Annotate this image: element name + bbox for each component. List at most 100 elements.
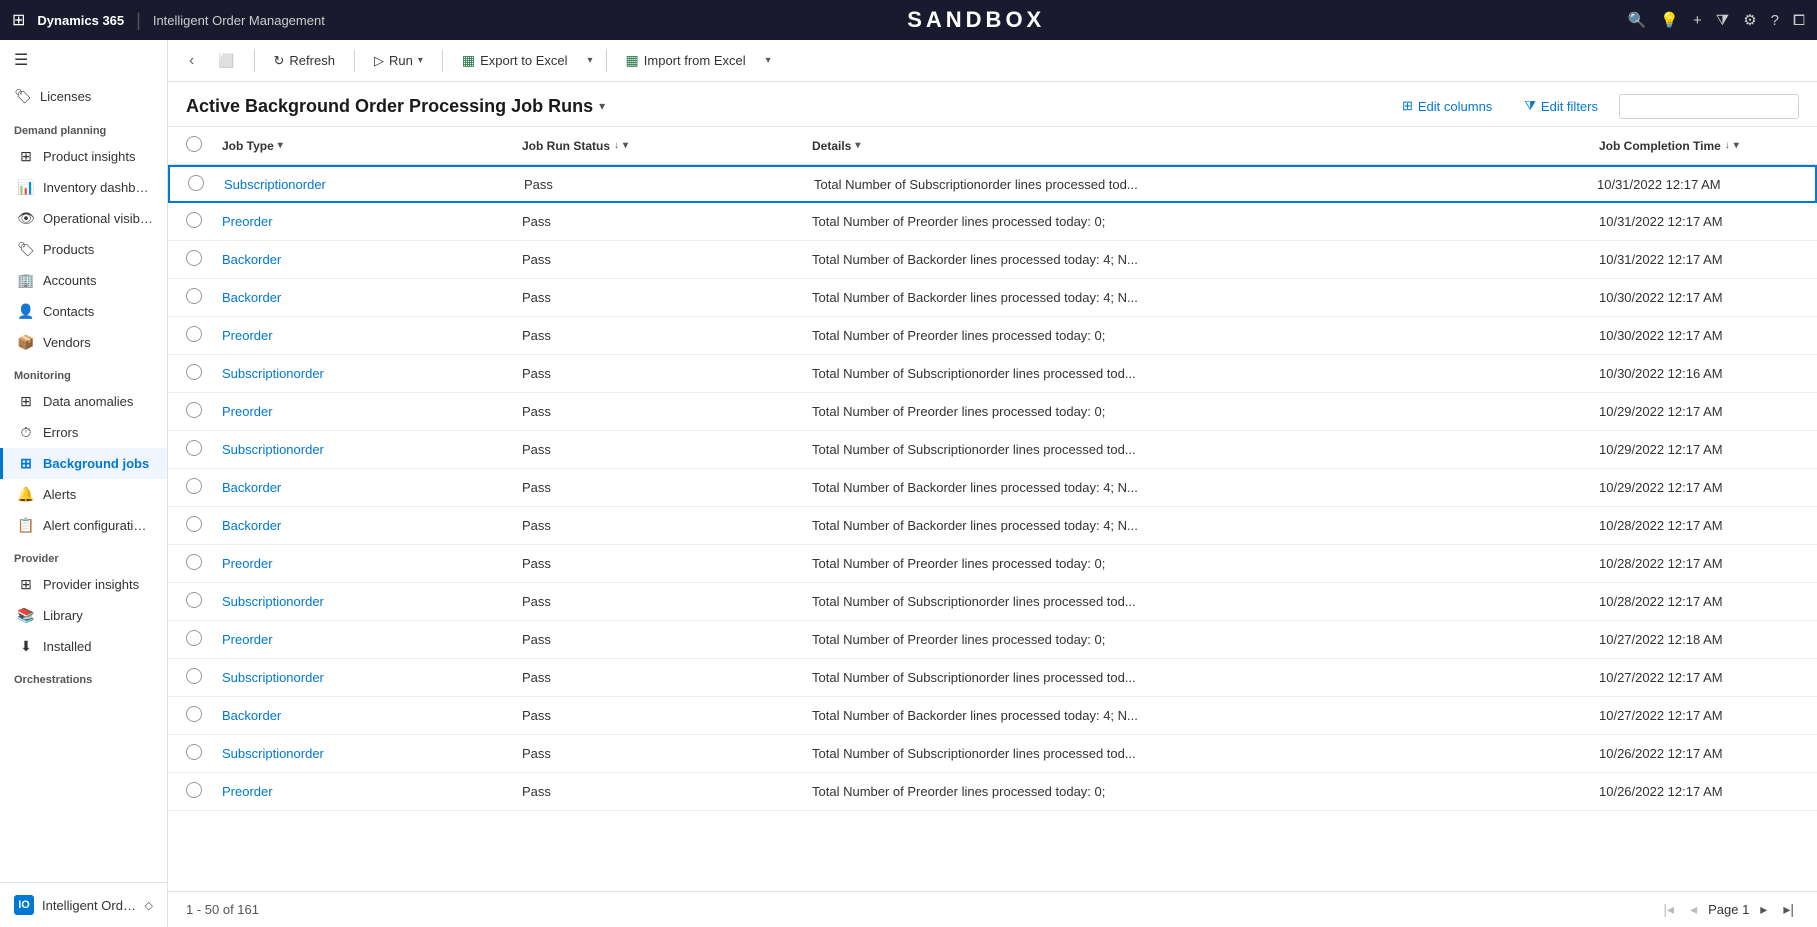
sidebar-item-accounts[interactable]: 🏢 Accounts xyxy=(0,265,167,296)
sidebar-item-installed[interactable]: ⬇ Installed xyxy=(0,631,167,662)
row-checkbox-16[interactable] xyxy=(186,782,222,801)
row-check-11[interactable] xyxy=(186,592,202,608)
select-all-checkbox[interactable] xyxy=(186,136,202,152)
row-checkbox-6[interactable] xyxy=(186,402,222,421)
row-check-4[interactable] xyxy=(186,326,202,342)
row-check-5[interactable] xyxy=(186,364,202,380)
row-check-2[interactable] xyxy=(186,250,202,266)
column-header-details[interactable]: Details ▾ xyxy=(812,139,1599,153)
import-button[interactable]: ▦ Import from Excel xyxy=(615,46,757,75)
table-row[interactable]: Subscriptionorder Pass Total Number of S… xyxy=(168,735,1817,773)
search-icon[interactable]: 🔍 xyxy=(1628,11,1647,29)
table-row[interactable]: Preorder Pass Total Number of Preorder l… xyxy=(168,545,1817,583)
row-checkbox-3[interactable] xyxy=(186,288,222,307)
sidebar-item-data-anomalies[interactable]: ⊞ Data anomalies xyxy=(0,386,167,417)
row-check-7[interactable] xyxy=(186,440,202,456)
table-row[interactable]: Subscriptionorder Pass Total Number of S… xyxy=(168,355,1817,393)
row-checkbox-0[interactable] xyxy=(188,175,224,194)
help-icon[interactable]: ? xyxy=(1771,12,1779,29)
row-checkbox-11[interactable] xyxy=(186,592,222,611)
table-row[interactable]: Subscriptionorder Pass Total Number of S… xyxy=(168,431,1817,469)
row-checkbox-7[interactable] xyxy=(186,440,222,459)
table-row[interactable]: Subscriptionorder Pass Total Number of S… xyxy=(168,165,1817,203)
sidebar-item-errors[interactable]: ⏱ Errors xyxy=(0,417,167,448)
row-checkbox-8[interactable] xyxy=(186,478,222,497)
filter-icon[interactable]: ⧩ xyxy=(1716,12,1729,29)
row-check-0[interactable] xyxy=(188,175,204,191)
edit-columns-button[interactable]: ⊞ Edit columns xyxy=(1391,92,1503,120)
row-check-1[interactable] xyxy=(186,212,202,228)
app-switcher-icon[interactable]: ⧠ xyxy=(1793,12,1805,29)
sidebar-licenses[interactable]: 🏷 Licenses xyxy=(0,80,167,113)
row-checkbox-14[interactable] xyxy=(186,706,222,725)
sidebar-item-inventory-dashboard[interactable]: 📊 Inventory dashbo... xyxy=(0,172,167,203)
row-checkbox-2[interactable] xyxy=(186,250,222,269)
sidebar-item-background-jobs[interactable]: ⊞ Background jobs xyxy=(0,448,167,479)
sidebar-item-alerts[interactable]: 🔔 Alerts xyxy=(0,479,167,510)
run-button[interactable]: ▷ Run ▾ xyxy=(363,47,434,75)
lightbulb-icon[interactable]: 💡 xyxy=(1660,11,1679,29)
next-page-button[interactable]: ▸ xyxy=(1755,899,1772,920)
add-icon[interactable]: + xyxy=(1693,12,1702,29)
page-title-dropdown-icon[interactable]: ▾ xyxy=(599,99,605,113)
row-check-13[interactable] xyxy=(186,668,202,684)
table-row[interactable]: Backorder Pass Total Number of Backorder… xyxy=(168,697,1817,735)
table-row[interactable]: Backorder Pass Total Number of Backorder… xyxy=(168,469,1817,507)
row-check-9[interactable] xyxy=(186,516,202,532)
table-row[interactable]: Backorder Pass Total Number of Backorder… xyxy=(168,241,1817,279)
back-button[interactable]: ‹ xyxy=(180,46,203,76)
table-row[interactable]: Preorder Pass Total Number of Preorder l… xyxy=(168,317,1817,355)
row-check-3[interactable] xyxy=(186,288,202,304)
row-checkbox-12[interactable] xyxy=(186,630,222,649)
table-row[interactable]: Subscriptionorder Pass Total Number of S… xyxy=(168,659,1817,697)
sidebar-item-alert-configurations[interactable]: 📋 Alert configurations xyxy=(0,510,167,541)
sidebar-item-products[interactable]: 🏷 Products xyxy=(0,234,167,265)
row-status-15: Pass xyxy=(522,746,812,761)
view-button[interactable]: ⬜ xyxy=(207,47,245,75)
run-dropdown-icon[interactable]: ▾ xyxy=(418,55,423,66)
sidebar-item-product-insights[interactable]: ⊞ Product insights xyxy=(0,141,167,172)
refresh-button[interactable]: ↻ Refresh xyxy=(263,47,346,75)
row-checkbox-5[interactable] xyxy=(186,364,222,383)
sidebar-item-contacts[interactable]: 👤 Contacts xyxy=(0,296,167,327)
row-check-8[interactable] xyxy=(186,478,202,494)
row-checkbox-15[interactable] xyxy=(186,744,222,763)
sidebar-hamburger[interactable]: ☰ xyxy=(0,40,167,80)
table-row[interactable]: Preorder Pass Total Number of Preorder l… xyxy=(168,393,1817,431)
prev-page-button[interactable]: ◂ xyxy=(1685,899,1702,920)
export-button[interactable]: ▦ Export to Excel xyxy=(451,46,579,75)
row-check-10[interactable] xyxy=(186,554,202,570)
sidebar-item-provider-insights[interactable]: ⊞ Provider insights xyxy=(0,569,167,600)
row-checkbox-13[interactable] xyxy=(186,668,222,687)
waffle-icon[interactable]: ⊞ xyxy=(12,10,25,30)
row-checkbox-9[interactable] xyxy=(186,516,222,535)
table-row[interactable]: Backorder Pass Total Number of Backorder… xyxy=(168,507,1817,545)
last-page-button[interactable]: ▸| xyxy=(1778,899,1799,920)
table-row[interactable]: Preorder Pass Total Number of Preorder l… xyxy=(168,621,1817,659)
import-dropdown-button[interactable]: ▾ xyxy=(761,49,776,72)
column-header-status[interactable]: Job Run Status ↓ ▾ xyxy=(522,139,812,153)
settings-icon[interactable]: ⚙ xyxy=(1743,11,1756,29)
sidebar-item-vendors[interactable]: 📦 Vendors xyxy=(0,327,167,358)
row-checkbox-4[interactable] xyxy=(186,326,222,345)
table-row[interactable]: Preorder Pass Total Number of Preorder l… xyxy=(168,203,1817,241)
sidebar-bottom-app[interactable]: IO Intelligent Order ... ◇ xyxy=(0,889,167,921)
row-check-16[interactable] xyxy=(186,782,202,798)
table-row[interactable]: Backorder Pass Total Number of Backorder… xyxy=(168,279,1817,317)
export-dropdown-button[interactable]: ▾ xyxy=(583,49,598,72)
sidebar-item-library[interactable]: 📚 Library xyxy=(0,600,167,631)
column-header-completion[interactable]: Job Completion Time ↓ ▾ xyxy=(1599,139,1799,153)
search-input[interactable] xyxy=(1619,94,1799,119)
edit-filters-button[interactable]: ⧩ Edit filters xyxy=(1513,92,1609,120)
sidebar-item-operational-visibility[interactable]: 👁 Operational visibil... xyxy=(0,203,167,234)
first-page-button[interactable]: |◂ xyxy=(1658,899,1679,920)
row-checkbox-10[interactable] xyxy=(186,554,222,573)
row-check-12[interactable] xyxy=(186,630,202,646)
table-row[interactable]: Preorder Pass Total Number of Preorder l… xyxy=(168,773,1817,811)
row-checkbox-1[interactable] xyxy=(186,212,222,231)
column-header-job-type[interactable]: Job Type ▾ xyxy=(222,139,522,153)
row-check-14[interactable] xyxy=(186,706,202,722)
table-row[interactable]: Subscriptionorder Pass Total Number of S… xyxy=(168,583,1817,621)
row-check-6[interactable] xyxy=(186,402,202,418)
row-check-15[interactable] xyxy=(186,744,202,760)
